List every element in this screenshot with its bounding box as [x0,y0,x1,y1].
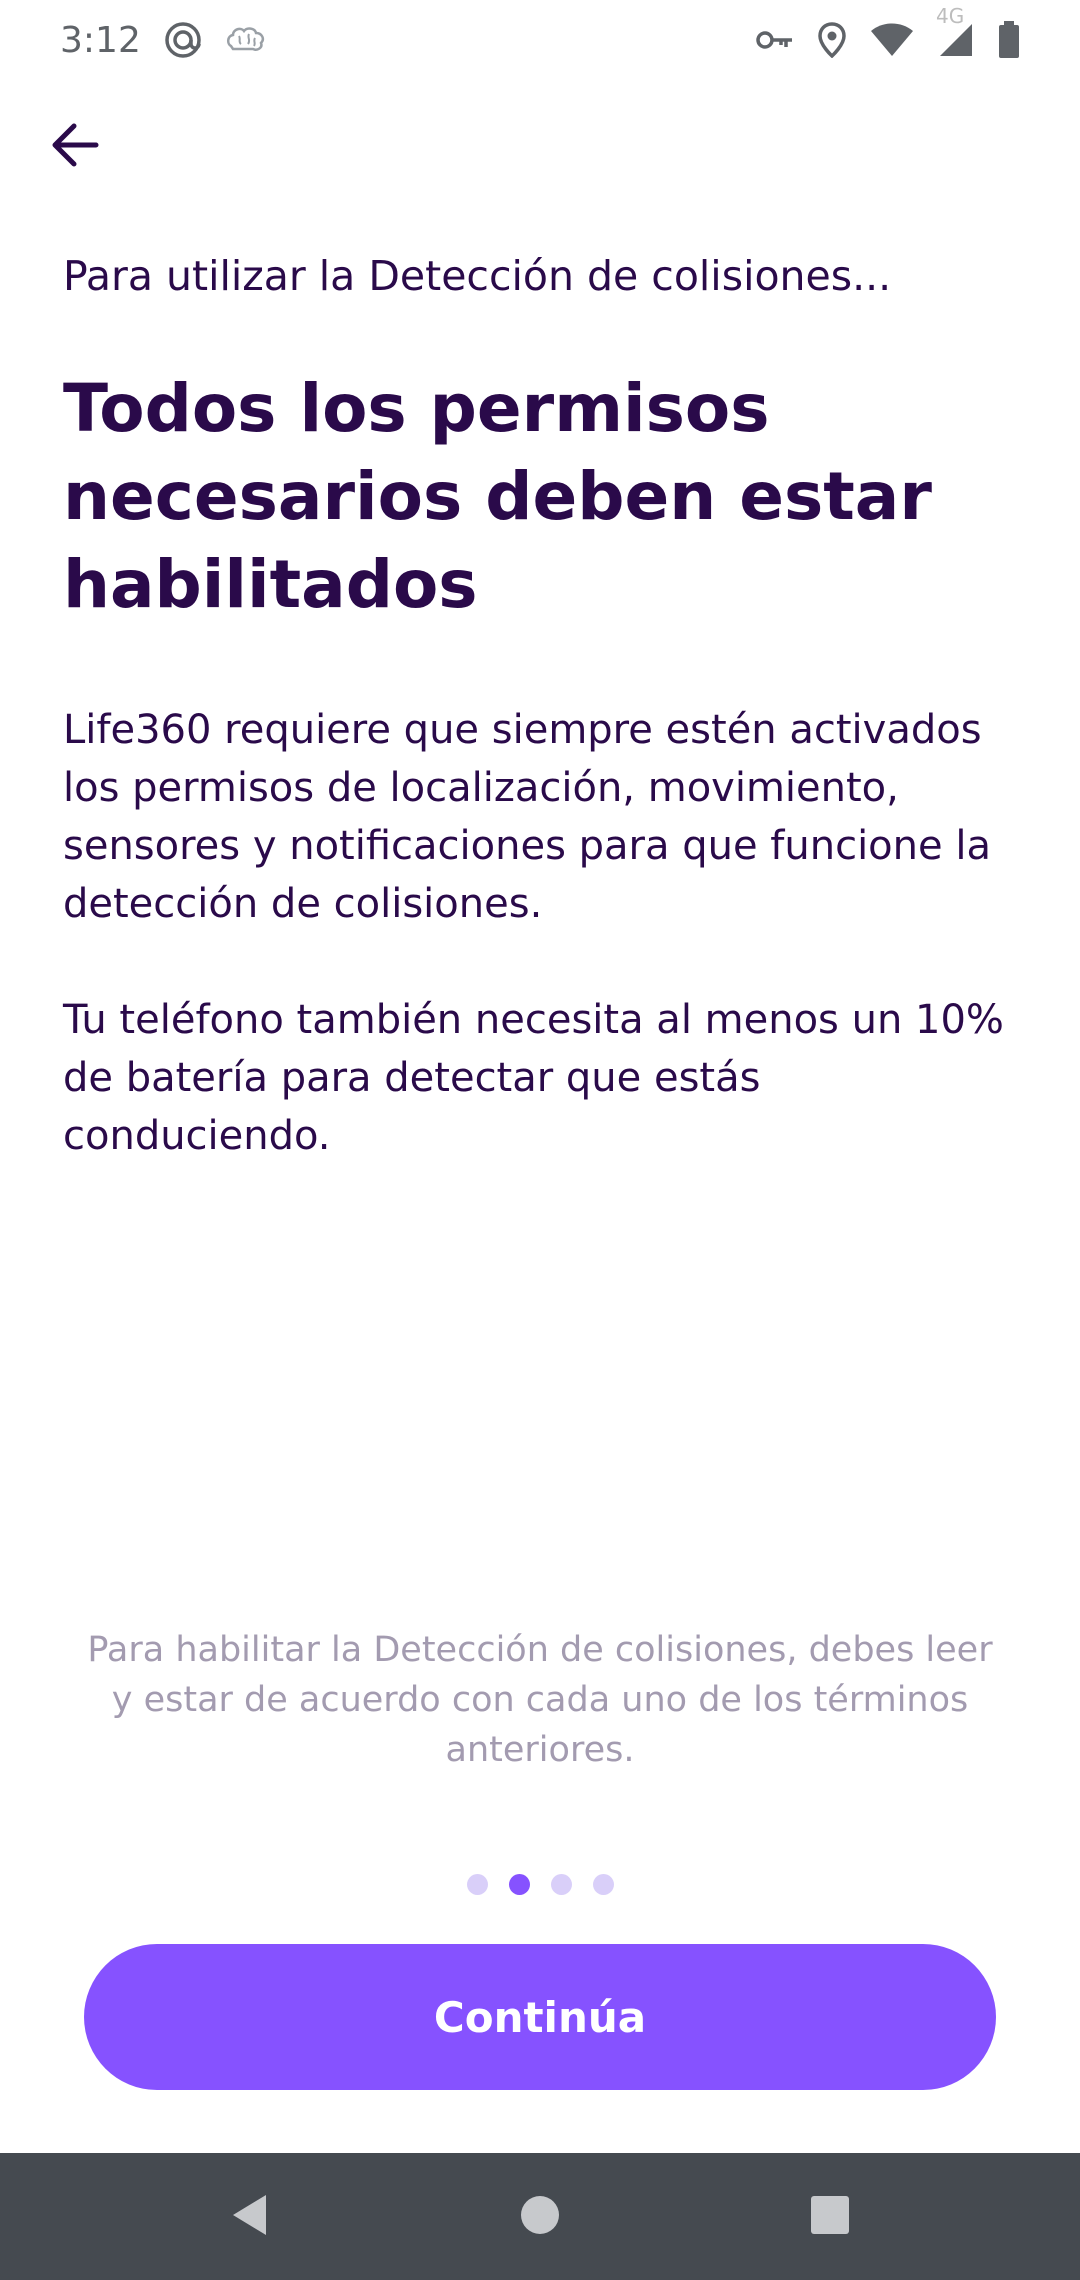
page-title: Todos los permisos necesarios deben esta… [63,370,932,624]
nav-back-button[interactable] [205,2172,295,2262]
page-dot [466,1874,488,1895]
system-nav-bar [0,2153,1080,2280]
terms-footnote: Para habilitar la Detección de colisione… [87,1630,993,1770]
brain-icon [225,24,267,56]
page-indicator [0,1874,1080,1895]
back-triangle-icon [230,2193,270,2241]
page-dot [592,1874,614,1895]
vpn-key-icon [756,28,794,52]
home-circle-icon [520,2195,560,2239]
cell-signal-icon: 4G [936,4,974,58]
permissions-paragraph: Life360 requiere que siempre estén activ… [63,707,991,928]
status-bar: 3:12 4G [0,0,1080,80]
page-subtitle: Para utilizar la Detección de colisiones… [63,252,892,300]
nav-home-button[interactable] [495,2172,585,2262]
battery-icon [998,21,1020,59]
location-pin-icon [818,22,846,58]
main-content: Para utilizar la Detección de colisiones… [63,250,1023,1165]
page-dot-active [508,1874,530,1895]
back-button[interactable] [40,112,110,182]
recents-square-icon [810,2195,850,2239]
page-dot [550,1874,572,1895]
continue-button[interactable]: Continúa [84,1944,996,2090]
network-type-label: 4G [936,4,965,28]
arrow-left-icon [50,122,100,172]
status-right: 4G [756,4,1020,59]
wifi-icon [870,23,914,57]
status-left: 3:12 [60,20,267,61]
battery-paragraph: Tu teléfono también necesita al menos un… [63,997,1004,1160]
nav-recents-button[interactable] [785,2172,875,2262]
status-time: 3:12 [60,19,141,61]
at-sign-icon [163,20,203,60]
